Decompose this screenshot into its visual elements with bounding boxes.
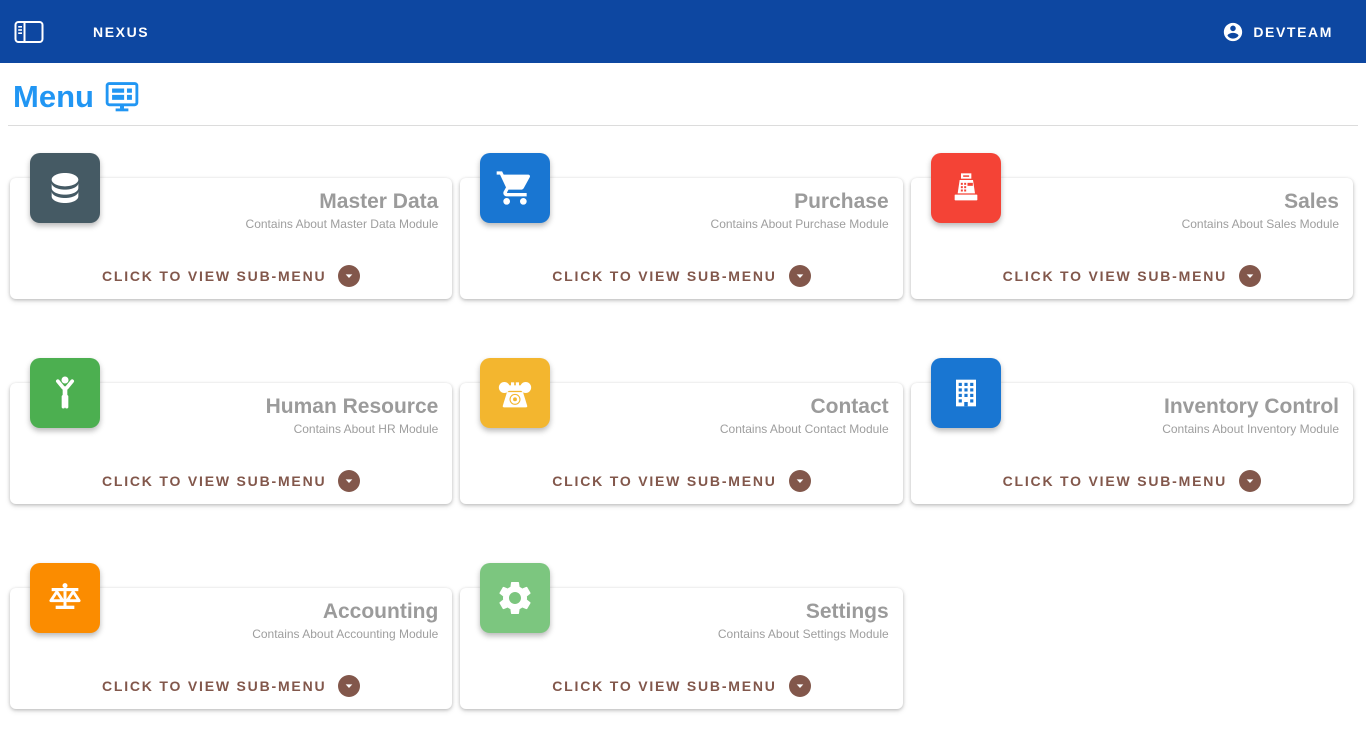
submenu-toggle[interactable]: CLICK TO VIEW SUB-MENU (925, 470, 1339, 494)
chevron-down-icon (1242, 473, 1258, 489)
classic-phone-icon (495, 373, 535, 413)
account-circle-icon (1222, 21, 1244, 43)
submenu-toggle[interactable]: CLICK TO VIEW SUB-MENU (24, 470, 438, 494)
submenu-toggle-label[interactable]: CLICK TO VIEW SUB-MENU (1003, 268, 1227, 284)
chevron-down-button[interactable] (1239, 470, 1261, 492)
submenu-toggle-label[interactable]: CLICK TO VIEW SUB-MENU (102, 678, 326, 694)
submenu-toggle-label[interactable]: CLICK TO VIEW SUB-MENU (102, 268, 326, 284)
sidebar-toggle-icon (14, 20, 44, 44)
module-purchase: Purchase Contains About Purchase Module … (460, 153, 902, 299)
submenu-toggle-label[interactable]: CLICK TO VIEW SUB-MENU (552, 678, 776, 694)
module-inventory-control: Inventory Control Contains About Invento… (911, 358, 1353, 504)
user-name: DEVTEAM (1253, 24, 1333, 40)
chevron-down-icon (792, 678, 808, 694)
chevron-down-icon (792, 473, 808, 489)
cash-register-icon (946, 168, 986, 208)
person-arms-up-icon (45, 373, 85, 413)
module-accounting: Accounting Contains About Accounting Mod… (10, 563, 452, 709)
chevron-down-icon (792, 268, 808, 284)
chevron-down-button[interactable] (789, 470, 811, 492)
sidebar-toggle-button[interactable] (13, 19, 45, 45)
chevron-down-button[interactable] (338, 470, 360, 492)
chevron-down-button[interactable] (789, 265, 811, 287)
chevron-down-button[interactable] (338, 265, 360, 287)
module-icon-tile (30, 358, 100, 428)
submenu-toggle[interactable]: CLICK TO VIEW SUB-MENU (24, 675, 438, 699)
submenu-toggle-label[interactable]: CLICK TO VIEW SUB-MENU (552, 473, 776, 489)
module-sales: Sales Contains About Sales Module CLICK … (911, 153, 1353, 299)
balance-scale-icon (45, 578, 85, 618)
module-human-resource: Human Resource Contains About HR Module … (10, 358, 452, 504)
chevron-down-icon (341, 678, 357, 694)
chevron-down-button[interactable] (789, 675, 811, 697)
chevron-down-icon (341, 473, 357, 489)
gear-icon (495, 578, 535, 618)
module-master-data: Master Data Contains About Master Data M… (10, 153, 452, 299)
shopping-cart-icon (495, 168, 535, 208)
page-heading: Menu (0, 63, 1366, 115)
submenu-toggle-label[interactable]: CLICK TO VIEW SUB-MENU (552, 268, 776, 284)
module-icon-tile (480, 153, 550, 223)
app-title: NEXUS (93, 24, 149, 40)
module-icon-tile (480, 563, 550, 633)
module-icon-tile (931, 153, 1001, 223)
module-icon-tile (931, 358, 1001, 428)
chevron-down-button[interactable] (1239, 265, 1261, 287)
page-title: Menu (13, 79, 94, 115)
app-bar: NEXUS DEVTEAM (0, 0, 1366, 63)
chevron-down-icon (341, 268, 357, 284)
module-contact: Contact Contains About Contact Module CL… (460, 358, 902, 504)
submenu-toggle[interactable]: CLICK TO VIEW SUB-MENU (24, 265, 438, 289)
submenu-toggle[interactable]: CLICK TO VIEW SUB-MENU (474, 470, 888, 494)
submenu-toggle[interactable]: CLICK TO VIEW SUB-MENU (925, 265, 1339, 289)
user-account-button[interactable]: DEVTEAM (1222, 21, 1333, 43)
submenu-toggle-label[interactable]: CLICK TO VIEW SUB-MENU (102, 473, 326, 489)
module-icon-tile (480, 358, 550, 428)
submenu-toggle[interactable]: CLICK TO VIEW SUB-MENU (474, 675, 888, 699)
chevron-down-button[interactable] (338, 675, 360, 697)
module-icon-tile (30, 563, 100, 633)
modules-grid: Master Data Contains About Master Data M… (0, 126, 1366, 709)
submenu-toggle-label[interactable]: CLICK TO VIEW SUB-MENU (1003, 473, 1227, 489)
office-building-icon (946, 373, 986, 413)
chevron-down-icon (1242, 268, 1258, 284)
monitor-dashboard-icon (104, 80, 140, 114)
module-icon-tile (30, 153, 100, 223)
database-icon (45, 168, 85, 208)
module-settings: Settings Contains About Settings Module … (460, 563, 902, 709)
submenu-toggle[interactable]: CLICK TO VIEW SUB-MENU (474, 265, 888, 289)
